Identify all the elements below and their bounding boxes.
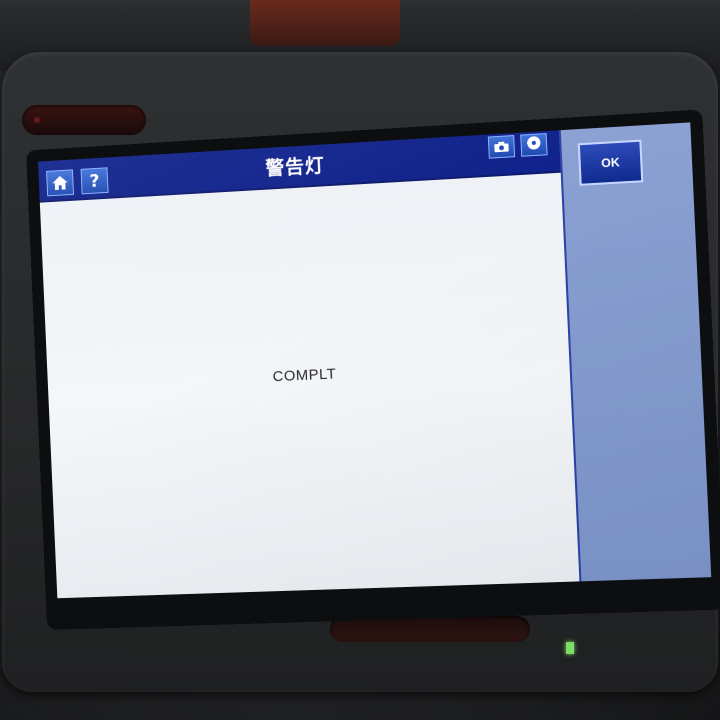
- photo-scene: ? 警告灯 COMPLT OK: [0, 0, 720, 720]
- screen-bezel: ? 警告灯 COMPLT OK: [26, 109, 720, 630]
- side-panel: OK: [558, 122, 712, 582]
- ok-button[interactable]: OK: [577, 139, 644, 186]
- disc-button[interactable]: [520, 133, 548, 157]
- background-red-object: [250, 0, 400, 46]
- screenshot-button[interactable]: [487, 134, 516, 159]
- camera-icon: [493, 137, 510, 157]
- green-status-light-secondary: [566, 642, 574, 654]
- device-indicator-dot: [34, 117, 40, 123]
- status-message: COMPLT: [272, 365, 337, 386]
- device-indicator-window: [22, 105, 146, 135]
- disc-icon: [525, 134, 542, 155]
- device-screen: ? 警告灯 COMPLT OK: [38, 122, 712, 599]
- main-content-area: COMPLT: [39, 172, 580, 599]
